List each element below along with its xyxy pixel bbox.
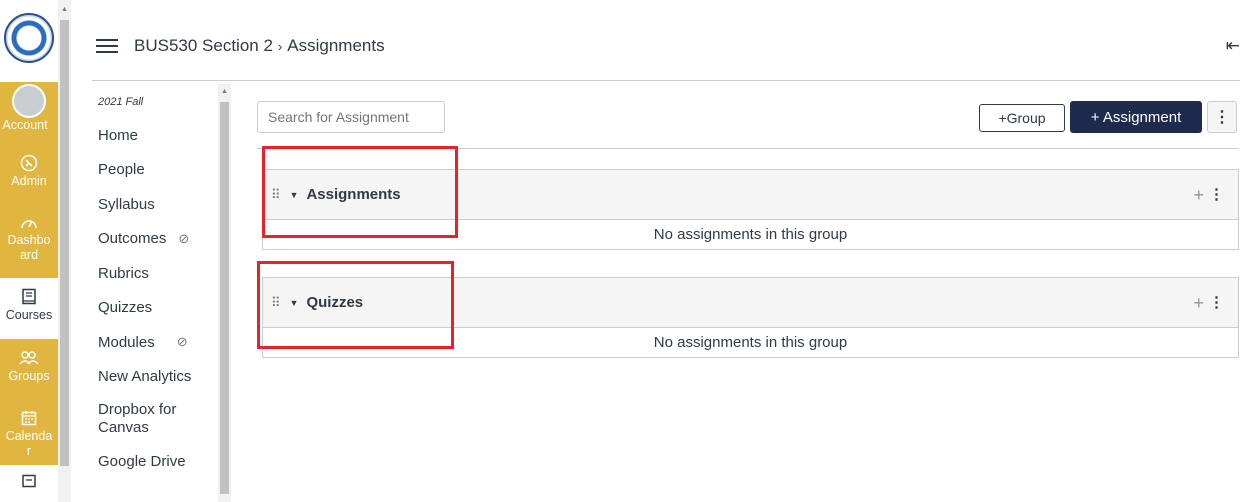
global-nav-groups-label: Groups: [8, 369, 50, 383]
add-assignment-button[interactable]: + Assignment: [1070, 101, 1202, 133]
global-nav-groups[interactable]: Groups: [0, 339, 58, 399]
course-nav-syllabus-label: Syllabus: [98, 195, 155, 213]
highlight-box: [262, 146, 458, 238]
course-nav-home-label: Home: [98, 126, 139, 144]
course-nav-modules[interactable]: Modules ⊘: [98, 325, 216, 360]
page-header: BUS530 Section 2 › Assignments ⇤: [92, 26, 1240, 66]
course-nav-rubrics-label: Rubrics: [98, 264, 149, 282]
global-nav-admin-label: Admin: [11, 174, 47, 188]
avatar-icon: [12, 84, 46, 118]
global-nav-admin[interactable]: Admin: [0, 144, 58, 203]
course-nav-dropbox[interactable]: Dropbox for Canvas: [98, 394, 216, 444]
institution-logo[interactable]: [0, 0, 58, 76]
hamburger-menu-icon[interactable]: [96, 39, 118, 53]
add-group-button[interactable]: +Group: [979, 104, 1065, 132]
inbox-icon: [18, 473, 40, 489]
course-nav-modules-label: Modules: [98, 333, 155, 351]
global-nav-calendar[interactable]: Calenda r: [0, 399, 58, 465]
header-divider: [92, 80, 1240, 81]
course-nav-quizzes-label: Quizzes: [98, 299, 153, 317]
course-nav-outcomes[interactable]: Outcomes ⊘: [98, 222, 216, 257]
group-options-icon[interactable]: ⋮: [1209, 293, 1224, 311]
global-nav-courses-label: Courses: [5, 308, 53, 322]
breadcrumb-separator: ›: [277, 38, 283, 54]
course-nav-home[interactable]: Home: [98, 118, 216, 153]
breadcrumb-page: Assignments: [287, 36, 385, 55]
course-nav-google-drive-label: Google Drive: [98, 452, 186, 470]
global-nav: Account Admin Dashbo ard Courses Groups: [0, 0, 58, 502]
course-term: 2021 Fall: [98, 96, 144, 108]
scrollbar-thumb[interactable]: [60, 20, 69, 466]
course-nav-scrollbar[interactable]: ▲: [218, 84, 231, 502]
course-nav: 2021 Fall Home People Syllabus Outcomes ⊘…: [92, 96, 216, 479]
course-nav-people-label: People: [98, 161, 145, 179]
course-nav-dropbox-label: Dropbox for Canvas: [98, 401, 177, 436]
global-nav-scrollbar[interactable]: ▲: [58, 0, 71, 502]
course-nav-google-drive[interactable]: Google Drive: [98, 444, 216, 479]
collapse-sidebar-icon[interactable]: ⇤: [1226, 36, 1240, 56]
add-assignment-to-group-icon[interactable]: +: [1193, 185, 1204, 206]
dashboard-icon: [18, 211, 40, 233]
breadcrumb-course[interactable]: BUS530 Section 2: [134, 36, 273, 56]
scroll-up-arrow-icon[interactable]: ▲: [221, 88, 228, 95]
course-nav-rubrics[interactable]: Rubrics: [98, 256, 216, 291]
group-options-icon[interactable]: ⋮: [1209, 185, 1224, 203]
global-nav-courses[interactable]: Courses: [0, 278, 58, 339]
university-seal-icon: [4, 13, 54, 63]
add-assignment-to-group-icon[interactable]: +: [1193, 293, 1204, 314]
eye-slash-icon: ⊘: [176, 334, 188, 350]
more-options-button[interactable]: ⋮: [1207, 101, 1237, 133]
course-nav-syllabus[interactable]: Syllabus: [98, 187, 216, 222]
course-nav-outcomes-label: Outcomes: [98, 230, 167, 248]
course-nav-people[interactable]: People: [98, 153, 216, 188]
highlight-box: [257, 261, 454, 349]
global-nav-account[interactable]: Account: [0, 82, 58, 144]
calendar-icon: [18, 407, 40, 429]
global-nav-account-label: Account: [2, 118, 48, 132]
scrollbar-thumb[interactable]: [220, 102, 229, 494]
global-nav-calendar-label: Calenda r: [5, 429, 53, 458]
scroll-up-arrow-icon[interactable]: ▲: [61, 6, 68, 13]
global-nav-dashboard[interactable]: Dashbo ard: [0, 203, 58, 278]
global-nav-dashboard-label: Dashbo ard: [7, 233, 51, 262]
search-assignment-input[interactable]: [257, 101, 445, 133]
shield-icon: [18, 152, 40, 174]
groups-icon: [18, 347, 40, 369]
book-icon: [18, 286, 40, 308]
course-nav-new-analytics[interactable]: New Analytics: [98, 360, 216, 395]
global-nav-inbox[interactable]: [0, 465, 58, 495]
course-nav-quizzes[interactable]: Quizzes: [98, 291, 216, 326]
eye-slash-icon: ⊘: [178, 230, 190, 246]
course-nav-new-analytics-label: New Analytics: [98, 368, 192, 386]
